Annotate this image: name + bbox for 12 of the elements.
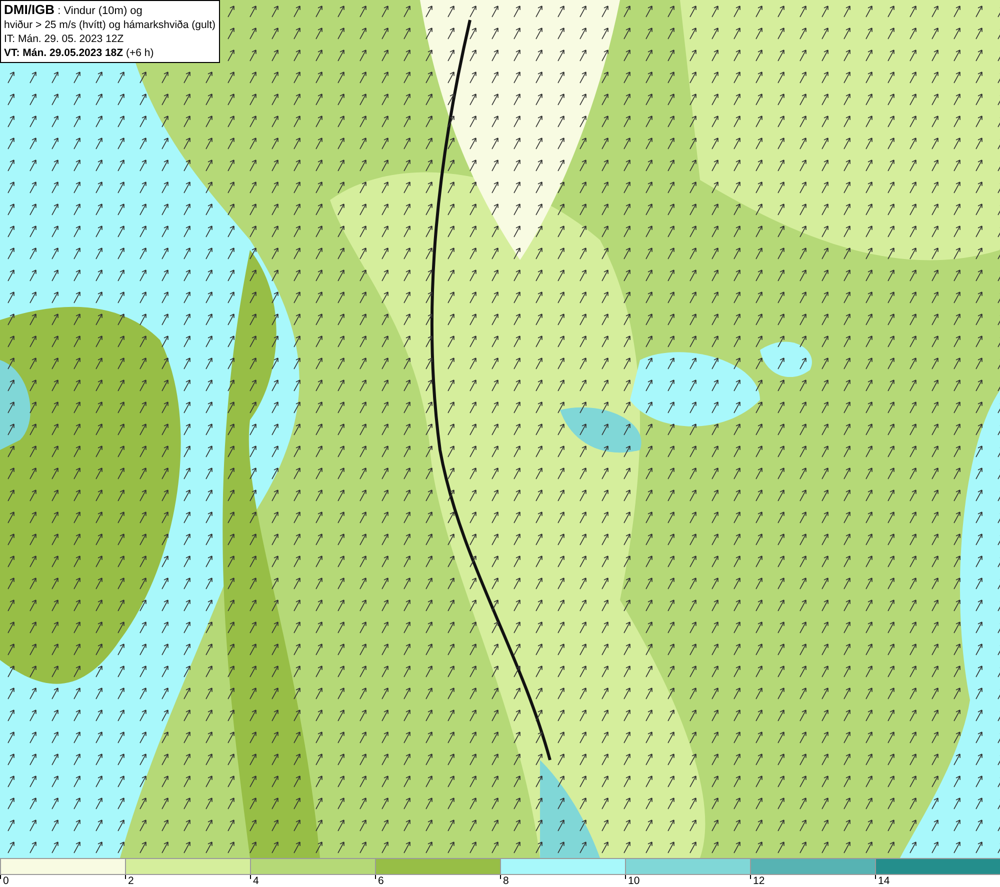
legend-label: 10 — [628, 875, 640, 887]
legend-label: 8 — [503, 875, 509, 887]
legend-label: 14 — [878, 875, 890, 887]
legend-label: 12 — [753, 875, 765, 887]
caption-line: DMI/IGB : Vindur (10m) og — [4, 3, 144, 18]
legend-label: 6 — [378, 875, 384, 887]
caption-line: IT: Mán. 29. 05. 2023 12Z — [4, 32, 125, 46]
legend-label: 0 — [3, 875, 9, 887]
caption-line: hviður > 25 m/s (hvítt) og hámarkshviða (gult) — [4, 18, 216, 32]
legend-label: 4 — [253, 875, 259, 887]
legend-label: 2 — [128, 875, 134, 887]
caption-line: VT: Mán. 29.05.2023 18Z (+6 h) — [4, 46, 155, 60]
